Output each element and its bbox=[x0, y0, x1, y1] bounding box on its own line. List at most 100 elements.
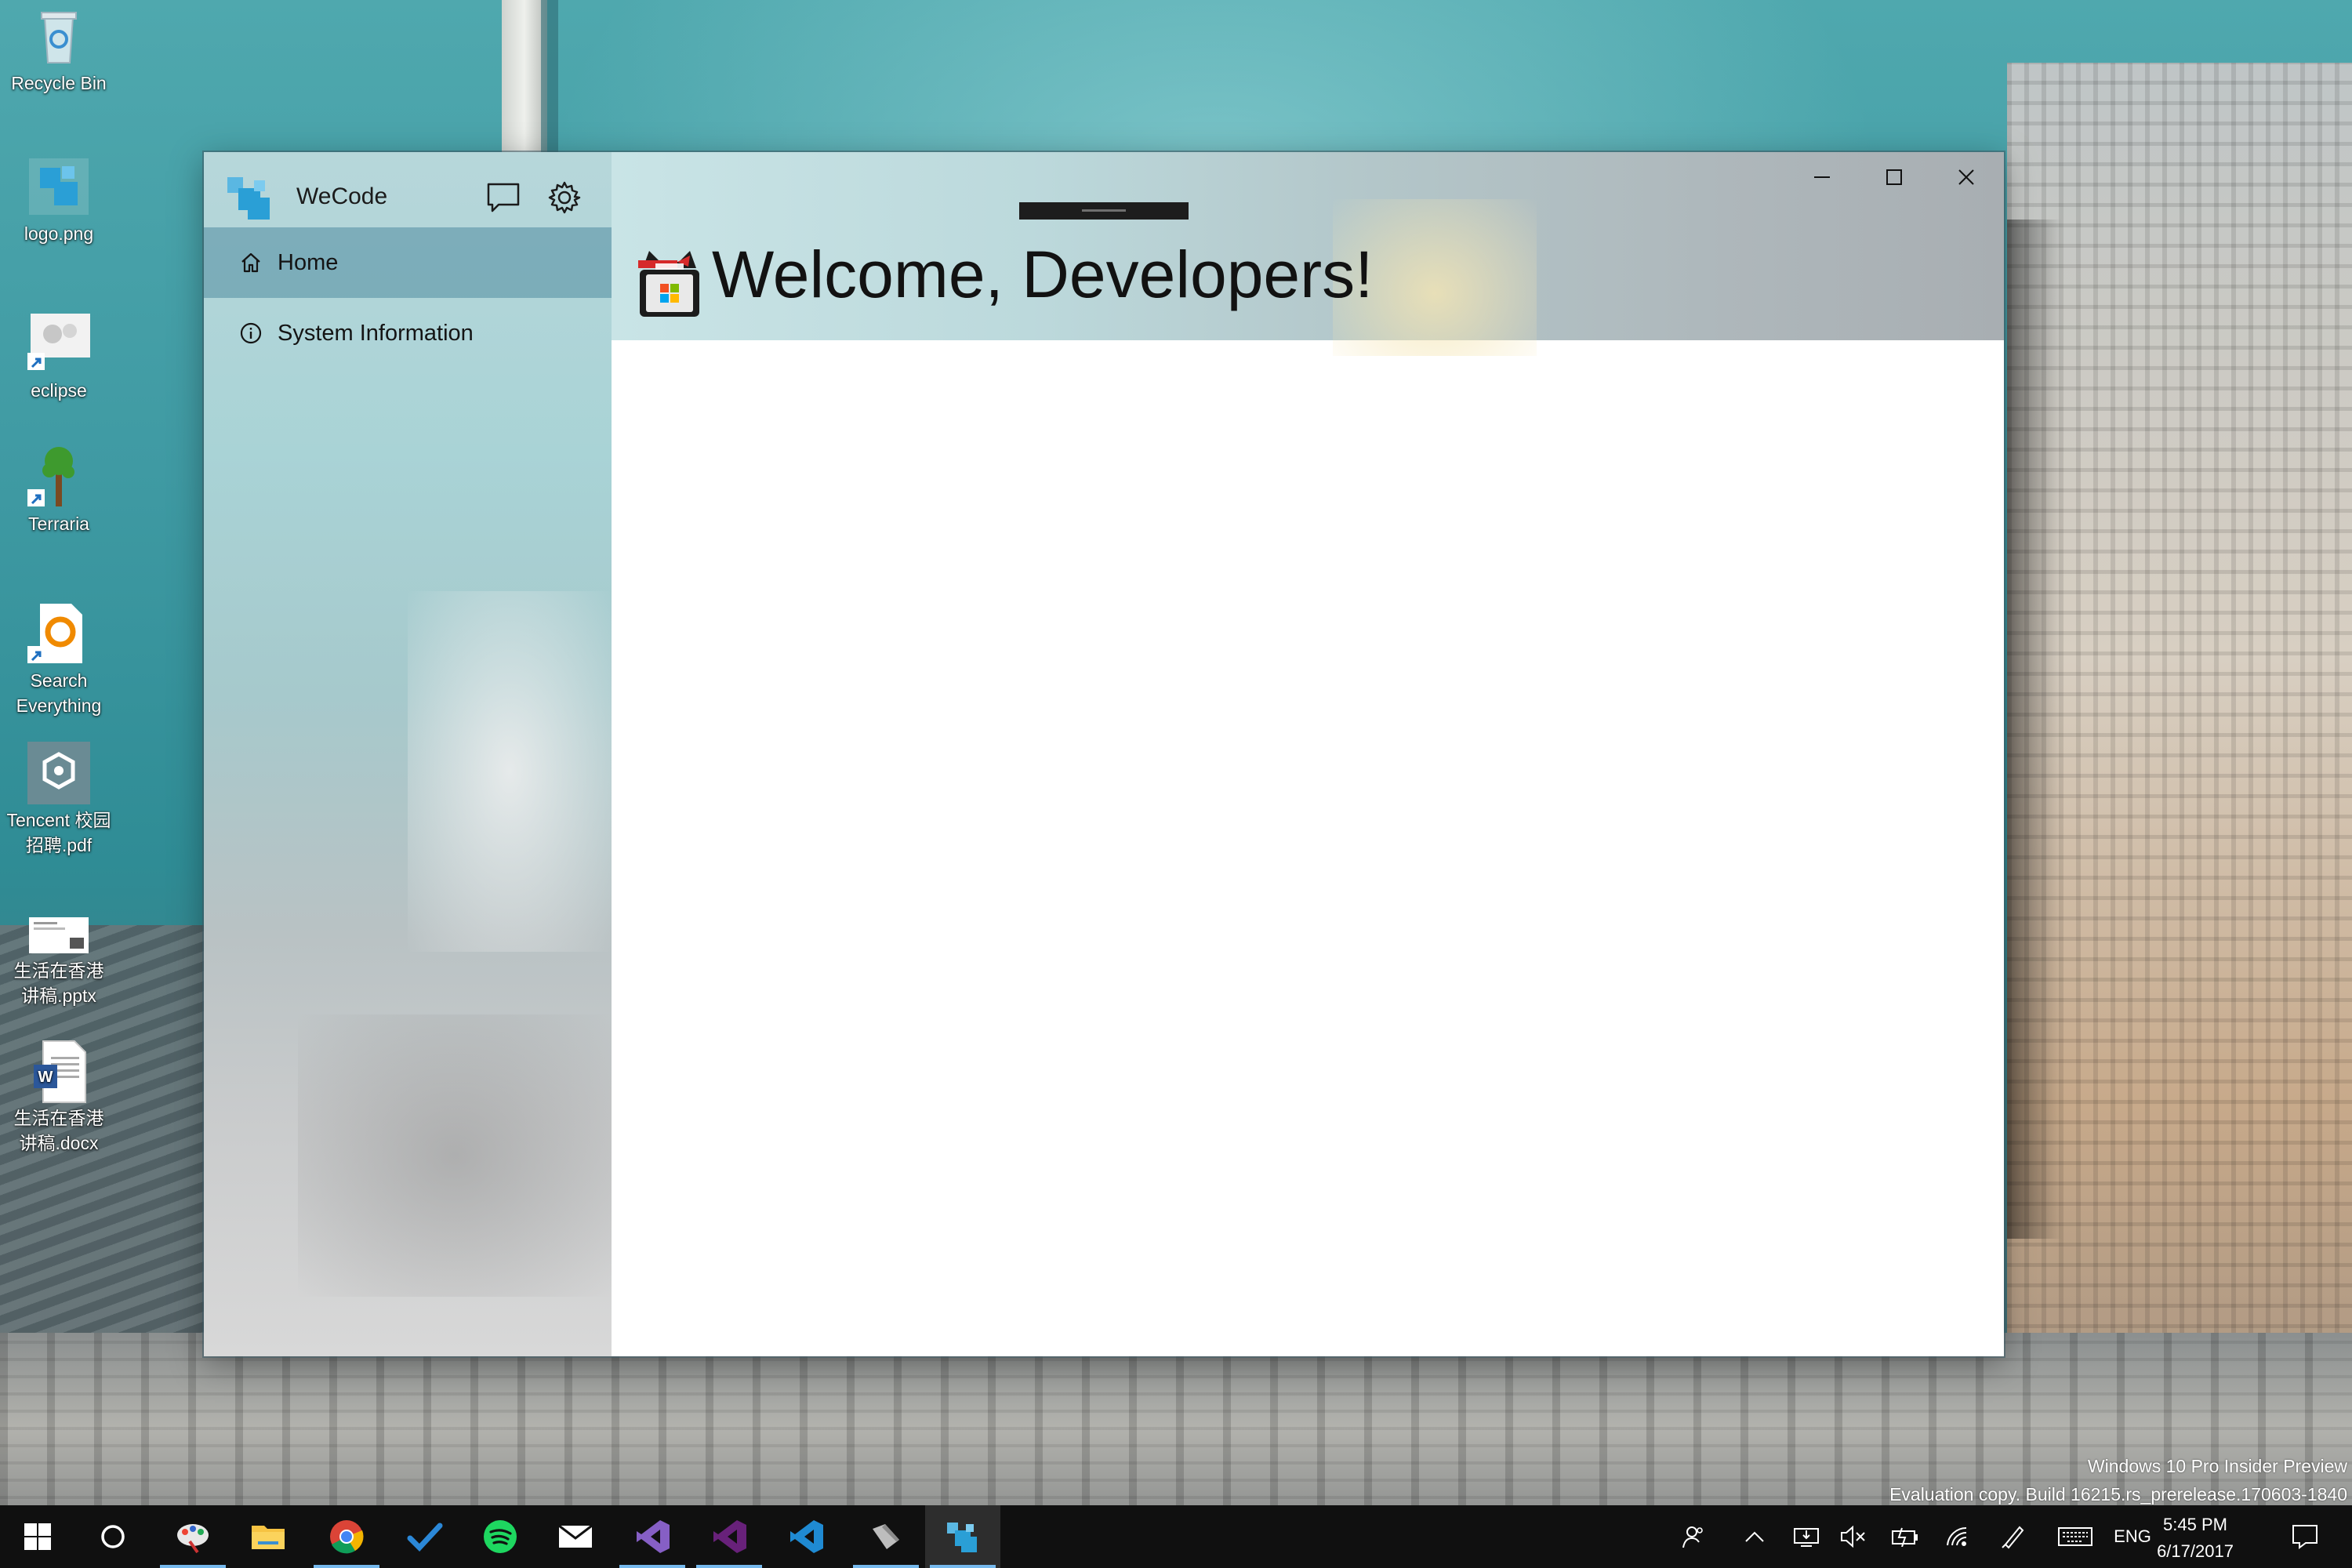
navigation-pane: WeCode Home System Information bbox=[204, 152, 612, 1356]
desktop-icon-pptx[interactable]: 生活在香港 讲稿.pptx bbox=[0, 902, 118, 1008]
maximize-button[interactable] bbox=[1858, 152, 1930, 202]
wifi-icon bbox=[1947, 1526, 1967, 1546]
image-file-icon bbox=[26, 154, 92, 220]
tree-icon bbox=[26, 444, 92, 510]
show-hidden-icons-button[interactable] bbox=[1730, 1505, 1780, 1568]
page-header: Welcome, Developers! bbox=[612, 152, 2004, 356]
watermark-edition: Windows 10 Pro Insider Preview bbox=[2087, 1456, 2347, 1476]
clock-date: 6/17/2017 bbox=[2157, 1541, 2234, 1561]
nav-item-label: System Information bbox=[278, 320, 474, 346]
taskbar-wecode[interactable] bbox=[925, 1505, 1000, 1568]
battery-button[interactable] bbox=[1880, 1505, 1930, 1568]
info-icon bbox=[235, 318, 267, 349]
svg-text:W: W bbox=[38, 1069, 53, 1086]
vs-code-icon bbox=[790, 1520, 823, 1553]
nav-acrylic-highlight bbox=[408, 591, 612, 952]
pen-workspace-button[interactable] bbox=[1988, 1505, 2038, 1568]
desktop-icon-recycle-bin[interactable]: Recycle Bin bbox=[0, 3, 118, 96]
nav-item-label: Home bbox=[278, 249, 339, 275]
drag-handle[interactable] bbox=[1019, 202, 1189, 220]
taskbar-visual-studio[interactable] bbox=[615, 1505, 690, 1568]
wallpaper-city-shadow bbox=[2007, 220, 2062, 1239]
taskbar-clock[interactable]: 5:45 PM 6/17/2017 bbox=[2148, 1512, 2242, 1565]
desktop-icon-label: eclipse bbox=[31, 380, 87, 401]
folder-icon bbox=[252, 1526, 285, 1549]
close-button[interactable] bbox=[1930, 152, 2002, 202]
taskbar-visual-studio-preview[interactable] bbox=[691, 1505, 767, 1568]
desktop-icon-tencent-pdf[interactable]: Tencent 校园 招聘.pdf bbox=[0, 740, 118, 858]
notification-icon bbox=[2292, 1525, 2318, 1549]
gear-icon bbox=[548, 181, 581, 214]
desktop-icon-label: Tencent 校园 招聘.pdf bbox=[6, 810, 111, 856]
cortana-icon bbox=[101, 1525, 125, 1548]
tray-display-button[interactable] bbox=[1781, 1505, 1831, 1568]
recycle-bin-icon bbox=[26, 3, 92, 69]
checkmark-icon bbox=[407, 1523, 443, 1552]
start-button[interactable] bbox=[0, 1505, 75, 1568]
clock-time: 5:45 PM bbox=[2163, 1515, 2227, 1534]
minimize-icon bbox=[1814, 176, 1830, 178]
windows-logo-icon bbox=[24, 1523, 51, 1550]
battery-charging-icon bbox=[1892, 1527, 1918, 1547]
search-everything-icon bbox=[26, 601, 92, 666]
desktop-icon-label: 生活在香港 讲稿.docx bbox=[13, 1108, 104, 1154]
evaluation-watermark: Windows 10 Pro Insider Preview Evaluatio… bbox=[1889, 1452, 2347, 1508]
mail-icon bbox=[558, 1524, 593, 1548]
desktop-icon-eclipse[interactable]: eclipse bbox=[0, 310, 118, 403]
settings-button[interactable] bbox=[544, 177, 585, 218]
network-button[interactable] bbox=[1933, 1505, 1984, 1568]
app-installer-icon bbox=[873, 1524, 899, 1549]
people-button[interactable] bbox=[1668, 1505, 1719, 1568]
nav-item-home[interactable]: Home bbox=[204, 227, 612, 298]
touch-keyboard-button[interactable] bbox=[2048, 1505, 2103, 1568]
taskbar-vs-code[interactable] bbox=[768, 1505, 844, 1568]
chat-bubble-icon bbox=[487, 183, 520, 212]
ninja-cat-icon bbox=[633, 245, 706, 320]
desktop-icon-label: Terraria bbox=[28, 514, 89, 534]
feedback-button[interactable] bbox=[483, 177, 524, 218]
input-language: ENG bbox=[2114, 1526, 2151, 1546]
paint-palette-icon bbox=[177, 1524, 209, 1554]
word-document-icon: W bbox=[26, 1038, 92, 1104]
nav-acrylic-shadow bbox=[298, 1014, 612, 1297]
taskbar-paint-app[interactable] bbox=[155, 1505, 230, 1568]
taskbar-app-installer[interactable] bbox=[848, 1505, 924, 1568]
desktop-icon-label: Recycle Bin bbox=[11, 73, 107, 93]
cortana-button[interactable] bbox=[75, 1505, 151, 1568]
pen-icon bbox=[2002, 1526, 2024, 1549]
visual-studio-icon bbox=[637, 1520, 670, 1553]
chevron-up-icon bbox=[1745, 1531, 1764, 1542]
desktop-icon-search-everything[interactable]: Search Everything bbox=[0, 601, 118, 718]
close-icon bbox=[1958, 169, 1974, 185]
taskbar-spotify[interactable] bbox=[463, 1505, 538, 1568]
desktop-icon-terraria[interactable]: Terraria bbox=[0, 444, 118, 536]
action-center-button[interactable] bbox=[2274, 1505, 2336, 1568]
chrome-icon bbox=[330, 1520, 364, 1554]
taskbar-file-explorer[interactable] bbox=[230, 1505, 306, 1568]
taskbar-chrome[interactable] bbox=[309, 1505, 384, 1568]
desktop-icon-label: Search Everything bbox=[16, 670, 102, 717]
presentation-file-icon bbox=[26, 902, 92, 956]
nav-item-system-information[interactable]: System Information bbox=[204, 298, 612, 368]
taskbar: ENG 5:45 PM 6/17/2017 bbox=[0, 1505, 2352, 1568]
minimize-button[interactable] bbox=[1786, 152, 1858, 202]
desktop-icon-docx[interactable]: W 生活在香港 讲稿.docx bbox=[0, 1038, 118, 1156]
wecode-logo-icon bbox=[947, 1523, 977, 1552]
content-frame: Welcome, Developers! bbox=[612, 152, 2004, 1356]
keyboard-icon bbox=[2058, 1527, 2092, 1546]
visual-studio-icon bbox=[713, 1520, 746, 1553]
taskbar-mail[interactable] bbox=[538, 1505, 613, 1568]
wecode-window: WeCode Home System Information Welcome, … bbox=[204, 152, 2004, 1356]
home-icon bbox=[235, 247, 267, 278]
display-icon bbox=[1794, 1528, 1819, 1547]
desktop-icon-label: logo.png bbox=[24, 223, 94, 244]
pdf-file-icon bbox=[26, 740, 92, 806]
desktop-icon-logo-png[interactable]: logo.png bbox=[0, 154, 118, 246]
eclipse-shortcut-icon bbox=[26, 310, 92, 376]
desktop-icon-label: 生活在香港 讲稿.pptx bbox=[13, 960, 104, 1007]
volume-button[interactable] bbox=[1828, 1505, 1878, 1568]
people-icon bbox=[1682, 1526, 1703, 1548]
wecode-logo-icon bbox=[227, 177, 270, 220]
watermark-build: Evaluation copy. Build 16215.rs_prerelea… bbox=[1889, 1484, 2347, 1504]
taskbar-todo[interactable] bbox=[387, 1505, 463, 1568]
